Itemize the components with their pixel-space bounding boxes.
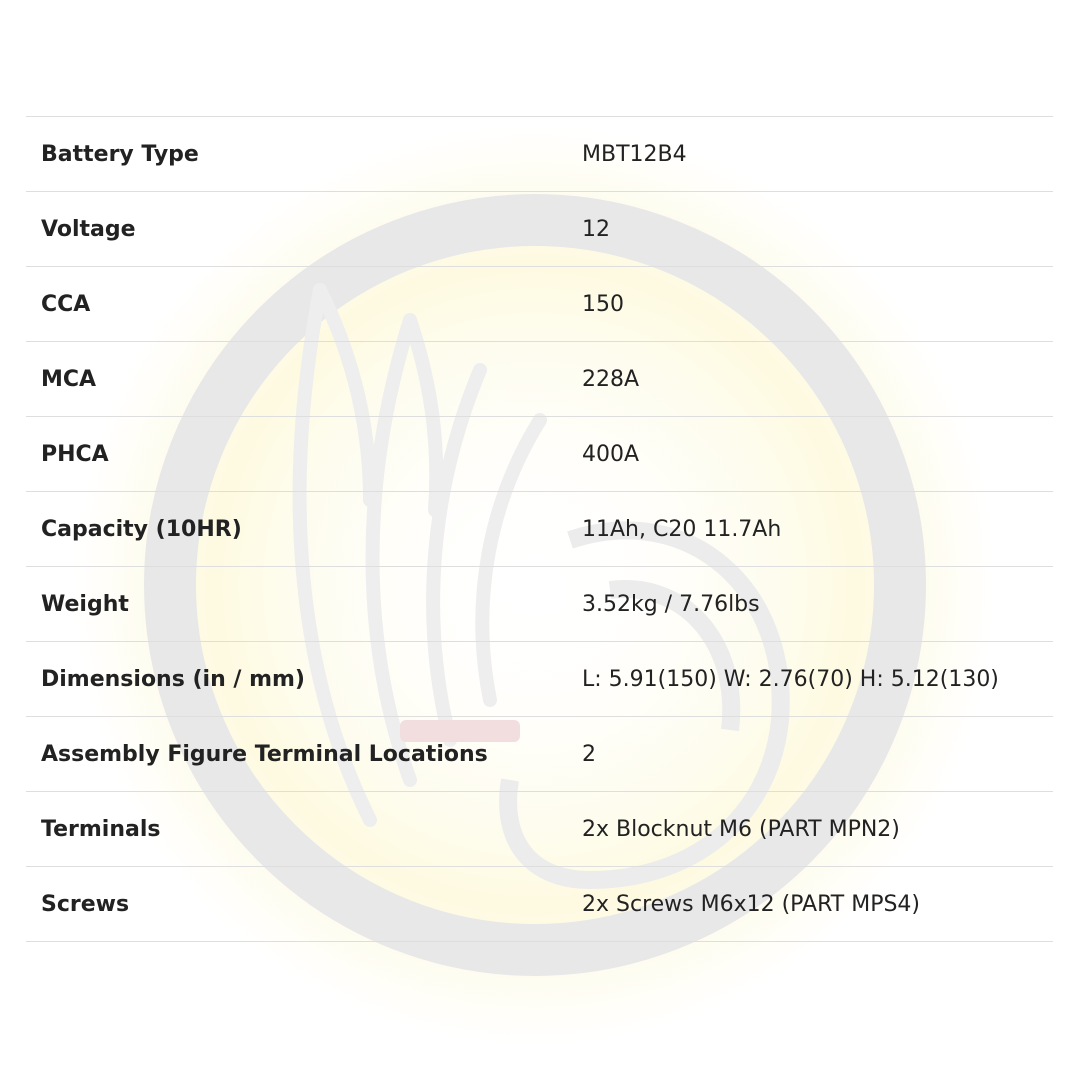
spec-label: Assembly Figure Terminal Locations bbox=[41, 741, 488, 767]
spec-row-voltage: Voltage 12 bbox=[26, 192, 1053, 267]
spec-label: Terminals bbox=[41, 816, 161, 842]
spec-row-terminals: Terminals 2x Blocknut M6 (PART MPN2) bbox=[26, 792, 1053, 867]
spec-value: MBT12B4 bbox=[582, 141, 687, 167]
spec-label: CCA bbox=[41, 291, 91, 317]
spec-value: 12 bbox=[582, 216, 610, 242]
spec-value: 228A bbox=[582, 366, 640, 392]
spec-value: 150 bbox=[582, 291, 624, 317]
spec-row-phca: PHCA 400A bbox=[26, 417, 1053, 492]
spec-row-capacity: Capacity (10HR) 11Ah, C20 11.7Ah bbox=[26, 492, 1053, 567]
spec-label: Battery Type bbox=[41, 141, 199, 167]
spec-row-battery-type: Battery Type MBT12B4 bbox=[26, 117, 1053, 192]
spec-value: L: 5.91(150) W: 2.76(70) H: 5.12(130) bbox=[582, 666, 999, 692]
spec-label: Screws bbox=[41, 891, 130, 917]
spec-row-terminal-locations: Assembly Figure Terminal Locations 2 bbox=[26, 717, 1053, 792]
spec-label: Voltage bbox=[41, 216, 136, 242]
spec-row-mca: MCA 228A bbox=[26, 342, 1053, 417]
spec-value: 400A bbox=[582, 441, 640, 467]
spec-label: Weight bbox=[41, 591, 129, 617]
spec-row-weight: Weight 3.52kg / 7.76lbs bbox=[26, 567, 1053, 642]
spec-value: 11Ah, C20 11.7Ah bbox=[582, 516, 782, 542]
spec-value: 2x Screws M6x12 (PART MPS4) bbox=[582, 891, 921, 917]
spec-label: Capacity (10HR) bbox=[41, 516, 242, 542]
spec-row-cca: CCA 150 bbox=[26, 267, 1053, 342]
spec-row-dimensions: Dimensions (in / mm) L: 5.91(150) W: 2.7… bbox=[26, 642, 1053, 717]
spec-value: 2x Blocknut M6 (PART MPN2) bbox=[582, 816, 900, 842]
spec-label: PHCA bbox=[41, 441, 109, 467]
spec-row-screws: Screws 2x Screws M6x12 (PART MPS4) bbox=[26, 867, 1053, 942]
spec-value: 3.52kg / 7.76lbs bbox=[582, 591, 760, 617]
spec-value: 2 bbox=[582, 741, 596, 767]
spec-label: MCA bbox=[41, 366, 97, 392]
spec-label: Dimensions (in / mm) bbox=[41, 666, 305, 692]
battery-spec-table: Battery Type MBT12B4 Voltage 12 CCA 150 … bbox=[26, 116, 1053, 942]
